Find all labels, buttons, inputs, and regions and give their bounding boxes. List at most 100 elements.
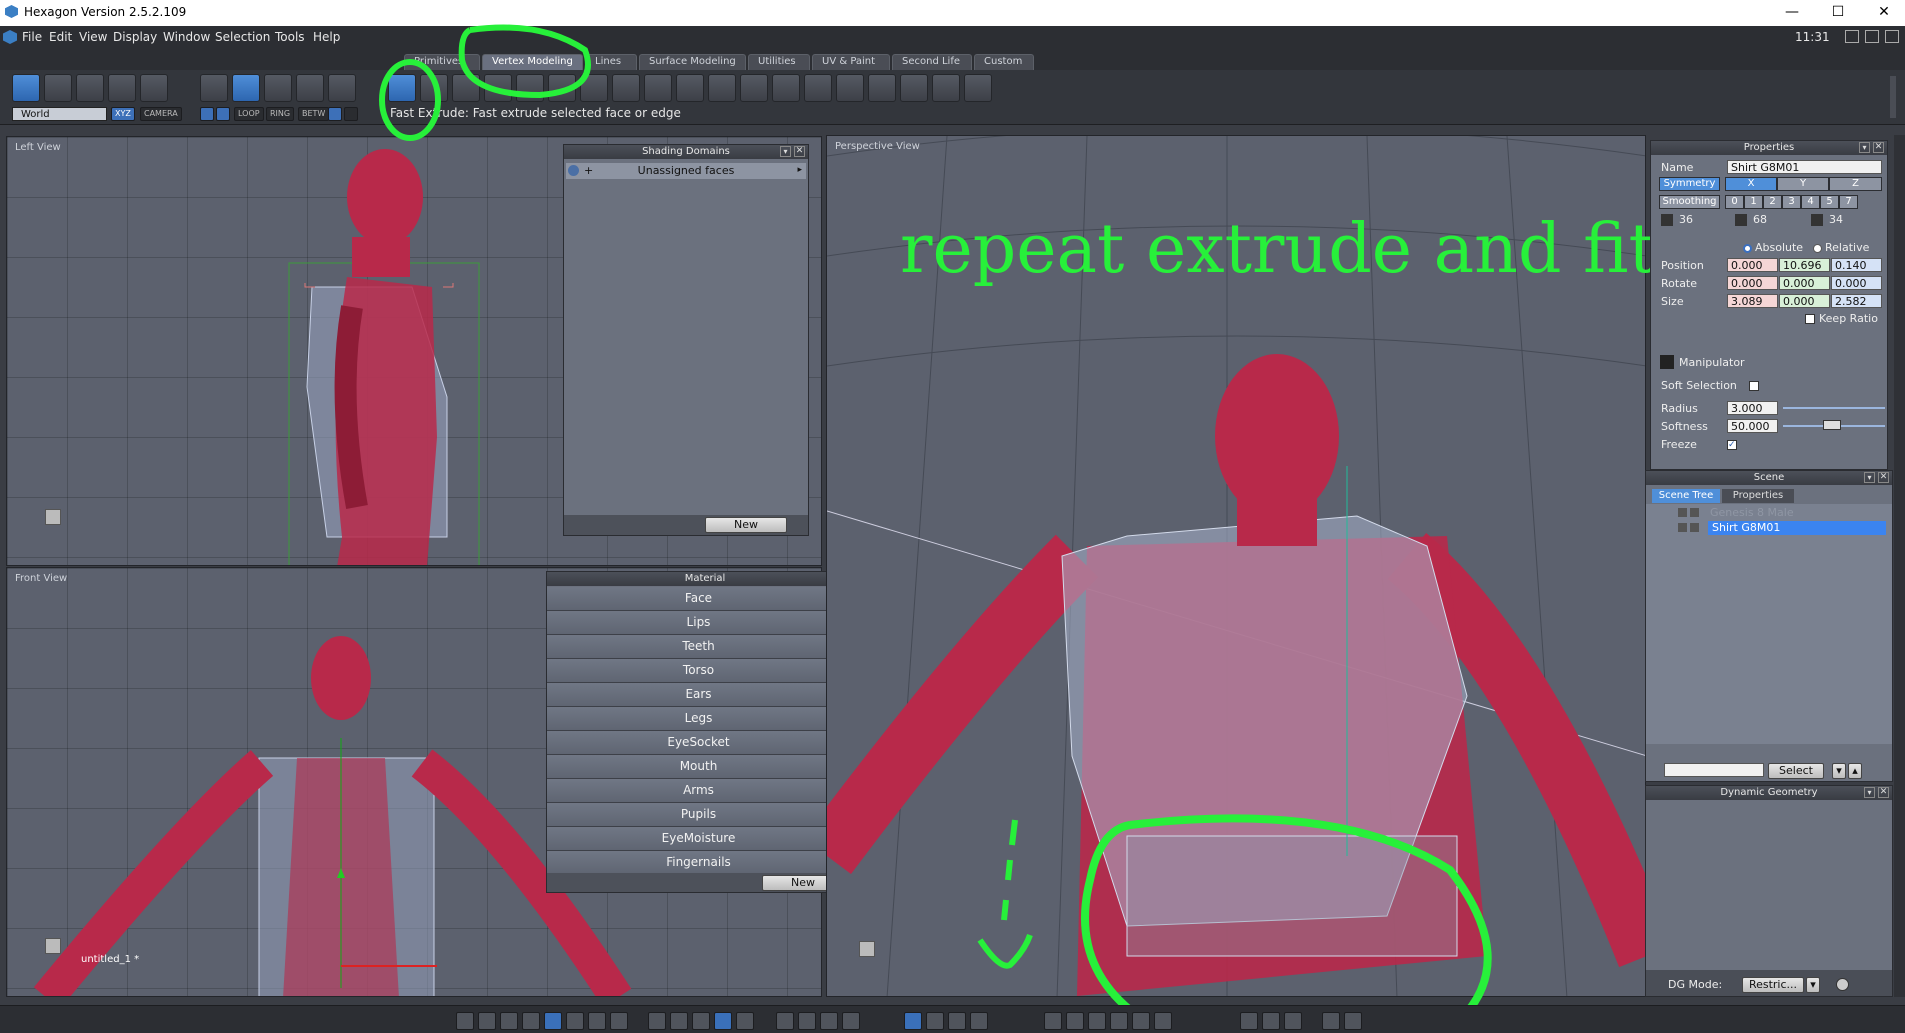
layout-five-icon[interactable] <box>588 1012 606 1030</box>
smooth-level[interactable]: 0 <box>1725 195 1744 209</box>
tab-surface-modeling[interactable]: Surface Modeling <box>639 54 746 70</box>
right-panel-scrollbar[interactable] <box>1894 135 1905 997</box>
xray-icon[interactable] <box>1154 1012 1172 1030</box>
tab-uv-paint[interactable]: UV & Paint <box>812 54 890 70</box>
slice-icon[interactable] <box>580 74 608 102</box>
panel-close-icon[interactable]: ✕ <box>794 146 805 157</box>
menu-help[interactable]: Help <box>313 30 340 44</box>
between-button[interactable]: BETW <box>298 107 330 121</box>
dg-menu-icon[interactable]: ▾ <box>1864 787 1875 798</box>
menu-display[interactable]: Display <box>113 30 157 44</box>
symmetry-toggle[interactable]: Symmetry <box>1659 177 1720 191</box>
dg-mode-select[interactable]: Restric... <box>1742 977 1804 993</box>
xyz-toggle[interactable]: XYZ <box>111 107 135 121</box>
smooth-bevel-icon[interactable] <box>516 74 544 102</box>
scene-search-field[interactable] <box>1664 763 1764 777</box>
visibility-icon[interactable] <box>1690 523 1699 532</box>
menu-file[interactable]: File <box>22 30 42 44</box>
face-mode-icon[interactable] <box>264 74 292 102</box>
menu-selection[interactable]: Selection <box>215 30 270 44</box>
ring-button[interactable]: RING <box>266 107 295 121</box>
size-y[interactable]: 0.000 <box>1779 294 1830 308</box>
smooth-level[interactable]: 1 <box>1744 195 1763 209</box>
symmetry-x[interactable]: X <box>1725 177 1777 191</box>
radius-slider[interactable] <box>1783 407 1885 409</box>
fast-extrude-icon[interactable] <box>388 74 416 102</box>
size-x[interactable]: 3.089 <box>1727 294 1778 308</box>
move-icon[interactable] <box>904 1012 922 1030</box>
app-close-icon[interactable] <box>1885 30 1899 43</box>
detach-icon[interactable] <box>868 74 896 102</box>
eye-icon[interactable] <box>842 1012 860 1030</box>
hidden-line-icon[interactable] <box>1066 1012 1084 1030</box>
settings-tool-icon[interactable] <box>964 74 992 102</box>
material-item[interactable]: Mouth▸ <box>547 755 850 779</box>
smooth-level[interactable]: 5 <box>1820 195 1839 209</box>
properties-menu-icon[interactable]: ▾ <box>1859 142 1870 153</box>
loop-button[interactable]: LOOP <box>234 107 264 121</box>
softness-field[interactable]: 50.000 <box>1727 419 1778 433</box>
collapse-icon[interactable] <box>708 74 736 102</box>
rotate-x[interactable]: 0.000 <box>1727 276 1778 290</box>
scene-select-button[interactable]: Select <box>1768 763 1824 779</box>
menu-view[interactable]: View <box>79 30 107 44</box>
single-view-icon[interactable] <box>456 1012 474 1030</box>
smooth-level[interactable]: 3 <box>1782 195 1801 209</box>
expand-arrow-icon[interactable]: ▸ <box>797 163 802 178</box>
lock-icon[interactable] <box>1678 508 1687 517</box>
shrink-selection-icon[interactable] <box>344 107 358 121</box>
close-button[interactable]: ✕ <box>1861 0 1905 26</box>
camera-icon[interactable] <box>1344 1012 1362 1030</box>
rotate-icon[interactable] <box>926 1012 944 1030</box>
select-mode-icon[interactable] <box>200 107 214 121</box>
magic-select-icon[interactable] <box>108 74 136 102</box>
material-item[interactable]: Pupils▸ <box>547 803 850 827</box>
material-item[interactable]: Face▸ <box>547 587 850 611</box>
symmetry-z[interactable]: Z <box>1829 177 1882 191</box>
shadow-icon[interactable] <box>1262 1012 1280 1030</box>
size-z[interactable]: 2.582 <box>1831 294 1882 308</box>
position-z[interactable]: 0.140 <box>1831 258 1882 272</box>
tab-scene-tree[interactable]: Scene Tree <box>1652 489 1720 503</box>
render-icon[interactable] <box>1322 1012 1340 1030</box>
wireframe-icon[interactable] <box>1044 1012 1062 1030</box>
tab-lines[interactable]: Lines <box>585 54 637 70</box>
auto-mode-icon[interactable] <box>328 74 356 102</box>
scene-menu-icon[interactable]: ▾ <box>1864 472 1875 483</box>
bevel-icon[interactable] <box>484 74 512 102</box>
visibility-icon[interactable] <box>1690 508 1699 517</box>
universal-manipulator-icon[interactable] <box>970 1012 988 1030</box>
tab-second-life[interactable]: Second Life <box>892 54 972 70</box>
material-item[interactable]: Lips▸ <box>547 611 850 635</box>
chevron-up-icon[interactable]: ▴ <box>1848 763 1862 779</box>
light-icon[interactable] <box>1240 1012 1258 1030</box>
softness-slider-thumb[interactable] <box>1823 420 1841 430</box>
scale-icon[interactable] <box>948 1012 966 1030</box>
material-item[interactable]: Fingernails▸ <box>547 851 850 875</box>
radius-field[interactable]: 3.000 <box>1727 401 1778 415</box>
zoom-icon[interactable] <box>820 1012 838 1030</box>
tesselate-icon[interactable] <box>548 74 576 102</box>
paint-select-icon[interactable] <box>76 74 104 102</box>
frame-icon[interactable] <box>776 1012 794 1030</box>
vertex-mode-icon[interactable] <box>200 74 228 102</box>
object-mode-icon[interactable] <box>296 74 324 102</box>
fill-hole-icon[interactable] <box>772 74 800 102</box>
add-domain-icon[interactable]: + <box>584 163 593 178</box>
position-x[interactable]: 0.000 <box>1727 258 1778 272</box>
paint-mode-icon[interactable] <box>216 107 230 121</box>
inset-icon[interactable] <box>452 74 480 102</box>
smooth-level[interactable]: 2 <box>1763 195 1782 209</box>
keep-ratio-checkbox[interactable] <box>1805 314 1815 324</box>
smoothing-label[interactable]: Smoothing <box>1659 195 1720 209</box>
ortho-icon[interactable] <box>692 1012 710 1030</box>
target-icon[interactable] <box>798 1012 816 1030</box>
rotate-y[interactable]: 0.000 <box>1779 276 1830 290</box>
app-minimize-icon[interactable] <box>1845 30 1859 43</box>
tab-utilities[interactable]: Utilities <box>748 54 810 70</box>
grid-toggle-icon[interactable] <box>648 1012 666 1030</box>
tab-custom[interactable]: Custom <box>974 54 1034 70</box>
snap-icon[interactable] <box>670 1012 688 1030</box>
app-restore-icon[interactable] <box>1865 30 1879 43</box>
material-item[interactable]: Arms▸ <box>547 779 850 803</box>
